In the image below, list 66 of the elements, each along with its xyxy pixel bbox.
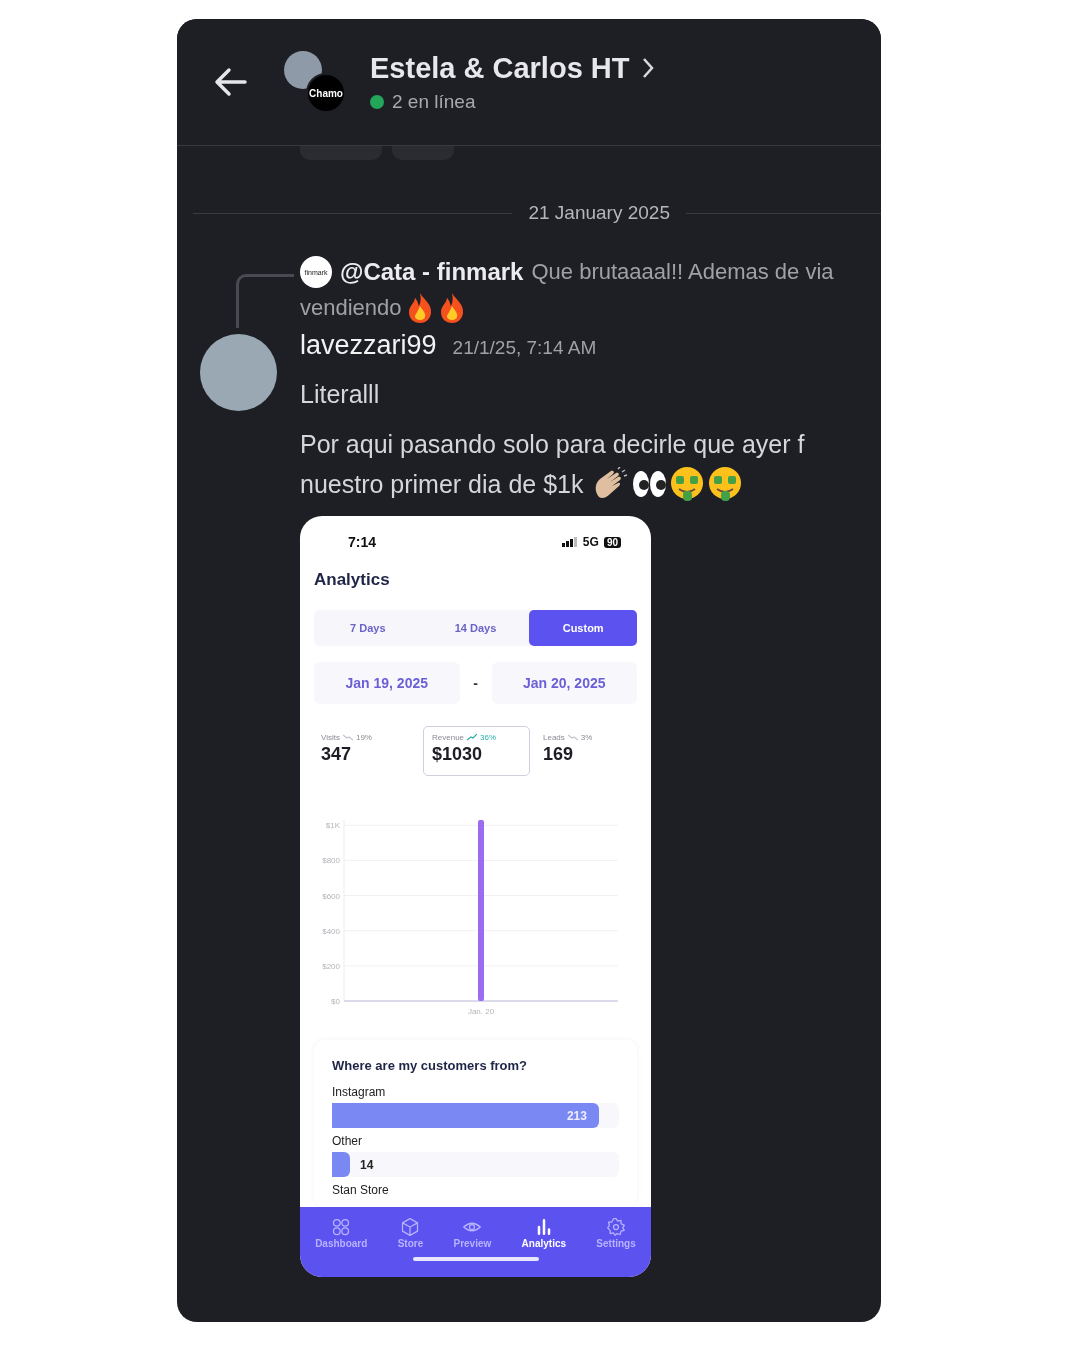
stat-label: Visits	[321, 733, 340, 742]
settings-icon	[606, 1217, 627, 1237]
start-date-field[interactable]: Jan 19, 2025	[314, 662, 460, 704]
trend-down-icon	[342, 734, 353, 741]
nav-tab[interactable]: Analytics	[521, 1217, 567, 1249]
status-time: 7:14	[348, 534, 377, 550]
stat-card[interactable]: Visits 19% 347	[316, 726, 415, 776]
y-tick-label: $200	[322, 961, 340, 971]
online-status: 2 en línea	[392, 90, 476, 113]
source-count: 213	[566, 1108, 588, 1123]
network-label: 5G	[582, 535, 599, 549]
message-text: nuestro primer dia de $1k	[300, 469, 584, 500]
trend-down-icon	[567, 734, 578, 741]
screenshot-image[interactable]	[300, 516, 651, 1277]
reply-text: Que brutaaaal!! Ademas de via	[531, 259, 834, 285]
trend-up-icon	[467, 734, 478, 741]
period-tab[interactable]: Custom	[529, 610, 637, 646]
money-face-icon	[669, 466, 706, 502]
stat-value: 169	[543, 744, 575, 765]
stat-value: 347	[321, 744, 353, 765]
message-text: Por aqui pasando solo para decirle que ayer f	[300, 429, 805, 460]
signal-icon	[561, 537, 578, 547]
chat-title[interactable]: Estela & Carlos HT	[370, 51, 630, 85]
nav-tab[interactable]: Preview	[453, 1217, 492, 1249]
grid-icon	[331, 1217, 352, 1237]
stat-card[interactable]: Leads 3% 169	[538, 726, 637, 776]
source-label: Instagram	[332, 1085, 387, 1099]
reply-connector	[236, 274, 294, 328]
stat-value: $1030	[432, 744, 484, 765]
y-tick-label: $800	[322, 856, 340, 866]
nav-tab[interactable]: Store	[397, 1217, 424, 1249]
y-tick-label: $1K	[325, 821, 340, 831]
timestamp: 21/1/25, 7:14 AM	[452, 337, 597, 359]
source-label: Stan Store	[332, 1183, 390, 1197]
x-tick-label: Jan. 20	[467, 1007, 495, 1016]
section-title: Where are my customers from?	[332, 1058, 529, 1073]
chevron-icon[interactable]	[641, 56, 656, 80]
y-tick-label: $0	[331, 997, 340, 1006]
username[interactable]: lavezzari99	[300, 330, 437, 361]
period-tab[interactable]: 14 Days	[421, 610, 530, 646]
date-divider: 21 January 2025	[528, 202, 670, 224]
avatar-photo	[284, 51, 322, 89]
nav-tab[interactable]: Settings	[596, 1217, 636, 1249]
y-tick-label: $600	[322, 891, 340, 901]
money-face-icon	[707, 466, 744, 502]
stat-card[interactable]: Revenue 36% $1030	[423, 726, 530, 776]
date-separator: -	[472, 675, 479, 691]
stat-change: 19%	[355, 733, 372, 742]
stat-change: 36%	[480, 733, 497, 742]
message-text: Literalll	[300, 379, 381, 410]
source-count: 14	[360, 1157, 374, 1172]
reply-text: vendiendo	[300, 295, 402, 321]
eyes-icon	[631, 468, 668, 500]
stat-label: Leads	[543, 733, 565, 742]
end-date-field[interactable]: Jan 20, 2025	[491, 662, 637, 704]
nav-tab[interactable]: Dashboard	[315, 1217, 368, 1249]
stat-change: 3%	[580, 733, 593, 742]
stat-label: Revenue	[432, 733, 465, 742]
cube-icon	[400, 1217, 421, 1237]
source-label: Other	[332, 1134, 363, 1148]
page-title: Analytics	[313, 569, 391, 590]
period-tab[interactable]: 7 Days	[314, 610, 422, 646]
battery-level: 90	[603, 536, 621, 548]
group-logo: Chamo	[306, 73, 346, 113]
reply-author[interactable]: @Cata - finmark	[340, 258, 524, 286]
y-tick-label: $400	[322, 926, 340, 936]
